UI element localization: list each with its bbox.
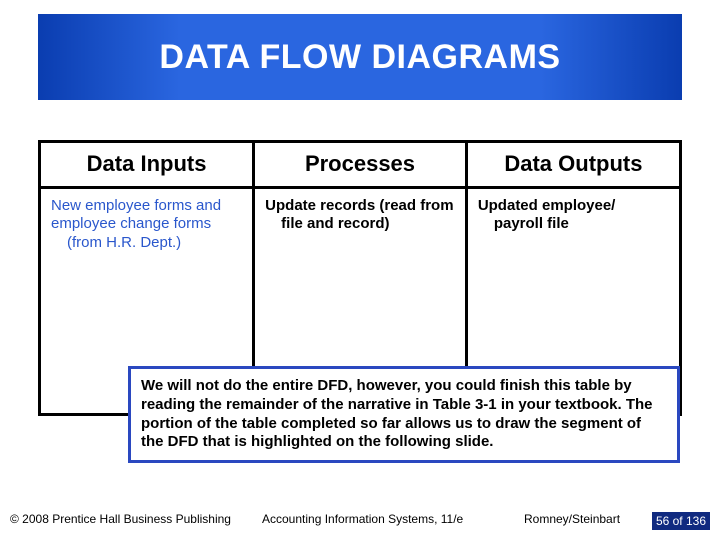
inputs-sub: (from H.R. Dept.) bbox=[67, 234, 242, 253]
callout-text: We will not do the entire DFD, however, … bbox=[141, 377, 653, 450]
callout-box: We will not do the entire DFD, however, … bbox=[128, 366, 680, 463]
footer: © 2008 Prentice Hall Business Publishing… bbox=[0, 512, 720, 532]
processes-sub: file and record) bbox=[281, 215, 455, 234]
processes-main: Update records (read from bbox=[265, 197, 453, 214]
col-header-outputs: Data Outputs bbox=[466, 143, 679, 187]
outputs-main: Updated employee/ bbox=[478, 197, 616, 214]
title-band: DATA FLOW DIAGRAMS bbox=[38, 14, 682, 100]
outputs-sub: payroll file bbox=[494, 215, 669, 234]
col-header-inputs: Data Inputs bbox=[41, 143, 254, 187]
col-header-processes: Processes bbox=[254, 143, 467, 187]
footer-page: 56 of 136 bbox=[652, 512, 710, 530]
footer-book: Accounting Information Systems, 11/e bbox=[262, 512, 463, 526]
footer-authors: Romney/Steinbart bbox=[524, 512, 620, 526]
slide: DATA FLOW DIAGRAMS Data Inputs Processes… bbox=[0, 0, 720, 540]
footer-copyright: © 2008 Prentice Hall Business Publishing bbox=[10, 512, 231, 526]
page-title: DATA FLOW DIAGRAMS bbox=[159, 38, 560, 77]
inputs-main: New employee forms and employee change f… bbox=[51, 197, 221, 233]
